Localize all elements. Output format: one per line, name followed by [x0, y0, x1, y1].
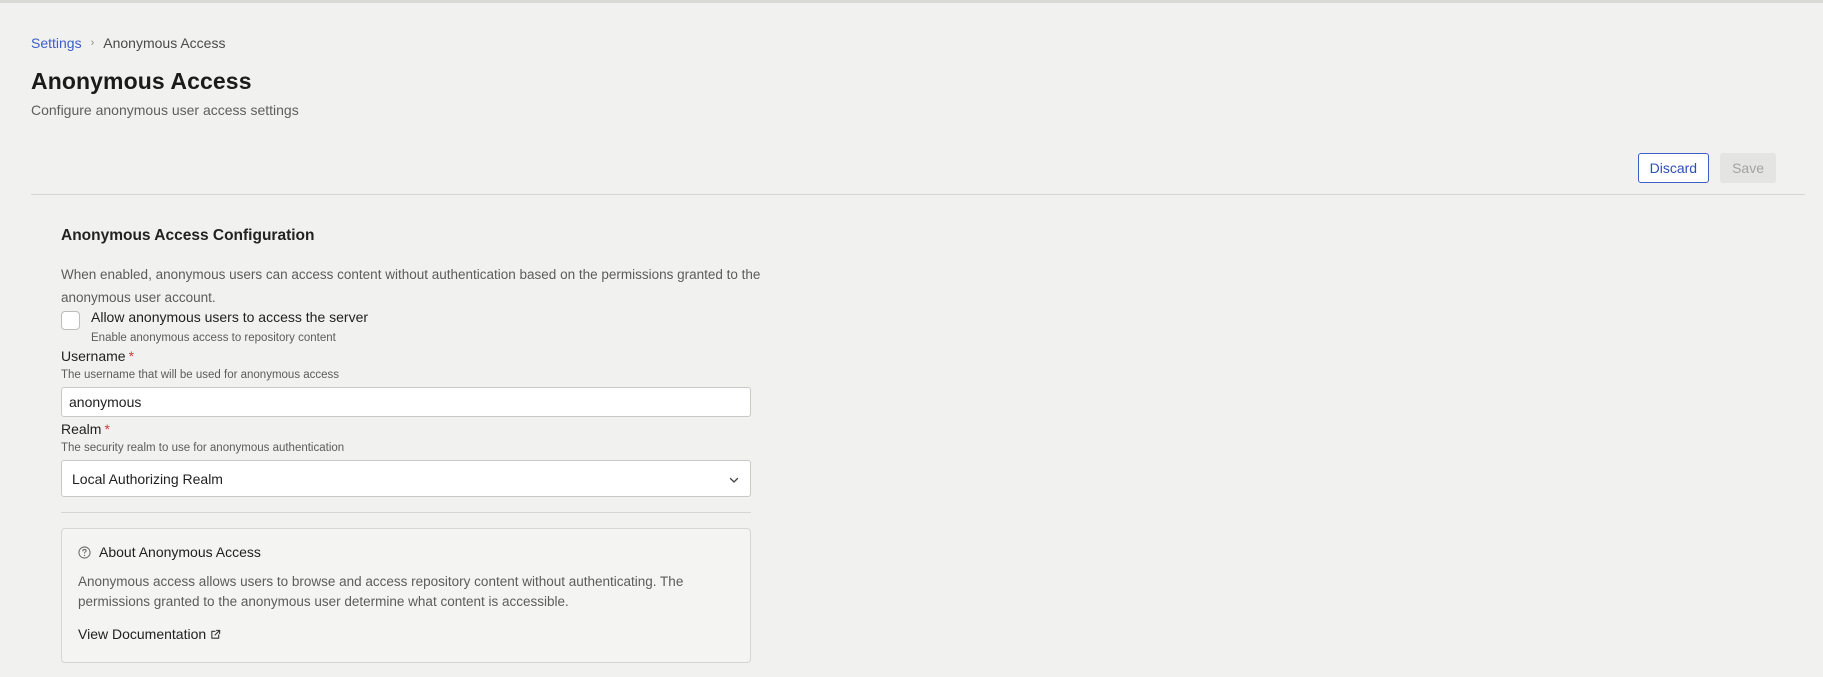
anonymous-access-configuration: Anonymous Access Configuration When enab…: [61, 227, 760, 663]
breadcrumb-settings-link[interactable]: Settings: [31, 35, 82, 51]
allow-anonymous-checkbox[interactable]: [61, 311, 80, 330]
username-label-text: Username: [61, 348, 126, 364]
breadcrumb-current: Anonymous Access: [103, 35, 226, 51]
username-help: The username that will be used for anony…: [61, 369, 340, 381]
info-title: About Anonymous Access: [99, 544, 261, 560]
realm-select-value: Local Authorizing Realm: [72, 470, 223, 487]
settings-page: Settings › Anonymous Access Anonymous Ac…: [31, 34, 1805, 663]
realm-select[interactable]: Local Authorizing Realm: [61, 460, 751, 497]
realm-help: The security realm to use for anonymous …: [61, 442, 345, 454]
discard-button[interactable]: Discard: [1637, 153, 1710, 183]
help-circle-icon: [78, 545, 91, 559]
view-documentation-label: View Documentation: [78, 626, 207, 642]
header-divider: [31, 194, 1805, 195]
section-divider: [61, 512, 751, 513]
section-title: Anonymous Access Configuration: [61, 227, 315, 244]
page-title: Anonymous Access: [31, 68, 252, 94]
realm-label: Realm *: [61, 421, 751, 437]
realm-required-mark: *: [104, 421, 110, 437]
external-link-icon: [211, 629, 221, 639]
page-subtitle: Configure anonymous user access settings: [31, 102, 299, 118]
top-border: [0, 0, 1823, 3]
allow-anonymous-label[interactable]: Allow anonymous users to access the serv…: [91, 309, 368, 325]
about-anonymous-access-box: About Anonymous Access Anonymous access …: [61, 528, 751, 663]
section-description: When enabled, anonymous users can access…: [61, 267, 761, 305]
allow-anonymous-help: Enable anonymous access to repository co…: [91, 332, 336, 344]
view-documentation-link[interactable]: View Documentation: [78, 626, 221, 642]
username-label: Username *: [61, 348, 751, 364]
username-input[interactable]: [61, 387, 751, 417]
allow-anonymous-row: Allow anonymous users to access the serv…: [61, 309, 751, 344]
realm-label-text: Realm: [61, 421, 102, 437]
breadcrumb-separator-icon: ›: [90, 37, 95, 49]
page-actions: Discard Save: [1637, 153, 1776, 183]
chevron-down-icon: [729, 477, 739, 483]
username-required-mark: *: [128, 348, 135, 364]
info-text: Anonymous access allows users to browse …: [78, 574, 684, 609]
save-button[interactable]: Save: [1720, 153, 1776, 183]
breadcrumb: Settings › Anonymous Access: [31, 34, 1805, 52]
